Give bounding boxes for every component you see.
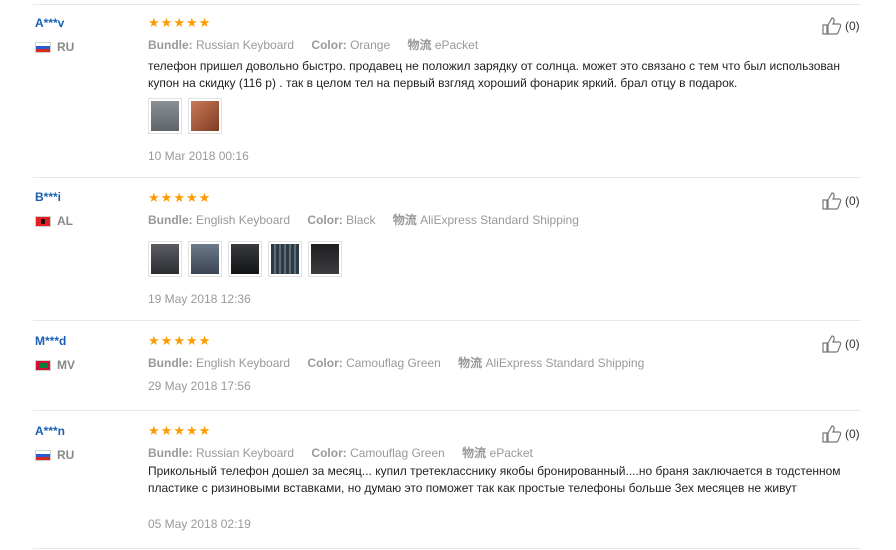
bundle-value: Russian Keyboard (196, 38, 295, 52)
flag-ru-icon (35, 41, 51, 53)
color-label: Color: (307, 213, 343, 227)
review-attributes: Bundle: English Keyboard Color: Camoufla… (148, 354, 658, 371)
reviewer-name[interactable]: A***v (35, 16, 64, 30)
reviewer-name[interactable]: M***d (35, 334, 66, 348)
flag-mv-icon (35, 359, 51, 371)
country-code: MV (57, 358, 75, 372)
country-code: RU (57, 40, 75, 54)
review-date: 05 May 2018 02:19 (148, 517, 251, 531)
country-code: RU (57, 448, 75, 462)
bundle-value: English Keyboard (196, 213, 291, 227)
star-icon: ★ (160, 190, 173, 205)
review-date: 19 May 2018 12:36 (148, 292, 251, 306)
star-icon: ★ (173, 190, 185, 205)
like-count: (0) (845, 427, 860, 441)
flag-al-icon (35, 215, 51, 227)
bundle-value: English Keyboard (196, 356, 291, 370)
review-photo-thumbnail[interactable] (308, 241, 342, 277)
bundle-label: Bundle: (148, 213, 193, 227)
review-photos (148, 98, 222, 134)
bundle-label: Bundle: (148, 446, 193, 460)
review-item: M***d MV ★ ★ ★ ★ ★ Bundle: English Keyboard … (0, 321, 896, 411)
review-date: 29 May 2018 17:56 (148, 379, 251, 393)
color-value: Camouflag Green (346, 356, 441, 370)
color-value: Camouflag Green (350, 446, 445, 460)
review-photo-thumbnail[interactable] (228, 241, 262, 277)
color-value: Black (346, 213, 376, 227)
color-value: Orange (350, 38, 391, 52)
review-item: A***n RU ★ ★ ★ ★ ★ Bundle: Russian Keyboard … (0, 411, 896, 549)
shipping-value: ePacket (489, 446, 533, 460)
rating-stars: ★ ★ ★ ★ ★ (148, 424, 210, 437)
thumbs-up-icon (822, 425, 842, 443)
star-icon: ★ (198, 190, 211, 205)
rating-stars: ★ ★ ★ ★ ★ (148, 334, 210, 347)
shipping-label: 物流 (458, 356, 483, 370)
review-photo-thumbnail[interactable] (148, 241, 182, 277)
helpful-button[interactable]: (0) (822, 425, 860, 443)
review-item: A***v RU ★ ★ ★ ★ ★ Bundle: Russian Keyboard … (0, 5, 896, 178)
color-label: Color: (307, 356, 343, 370)
shipping-label: 物流 (462, 446, 487, 460)
helpful-button[interactable]: (0) (822, 192, 860, 210)
review-photos (148, 241, 342, 277)
reviewer-country: MV (35, 358, 75, 372)
thumbs-up-icon (822, 192, 842, 210)
bundle-value: Russian Keyboard (196, 446, 295, 460)
star-icon: ★ (173, 423, 185, 438)
rating-stars: ★ ★ ★ ★ ★ (148, 16, 210, 29)
review-attributes: Bundle: English Keyboard Color: Black 物流… (148, 211, 593, 228)
star-icon: ★ (160, 15, 173, 30)
color-label: Color: (311, 446, 347, 460)
flag-ru-icon (35, 449, 51, 461)
shipping-value: AliExpress Standard Shipping (485, 356, 645, 370)
bundle-label: Bundle: (148, 38, 193, 52)
reviewer-country: RU (35, 40, 74, 54)
color-label: Color: (311, 38, 347, 52)
helpful-button[interactable]: (0) (822, 17, 860, 35)
bundle-label: Bundle: (148, 356, 193, 370)
shipping-label: 物流 (392, 213, 417, 227)
shipping-label: 物流 (407, 38, 432, 52)
star-icon: ★ (160, 333, 173, 348)
star-icon: ★ (173, 333, 185, 348)
review-text: телефон пришел довольно быстро. продавец… (148, 59, 840, 90)
review-item: B***i AL ★ ★ ★ ★ ★ Bundle: English Keyboard … (0, 178, 896, 321)
like-count: (0) (845, 337, 860, 351)
like-count: (0) (845, 19, 860, 33)
review-date: 10 Mar 2018 00:16 (148, 149, 249, 163)
star-icon: ★ (185, 190, 198, 205)
review-attributes: Bundle: Russian Keyboard Color: Orange 物… (148, 36, 492, 53)
star-icon: ★ (185, 333, 198, 348)
like-count: (0) (845, 194, 860, 208)
review-photo-thumbnail[interactable] (148, 98, 182, 134)
reviewer-country: AL (35, 214, 73, 228)
star-icon: ★ (198, 15, 211, 30)
review-photo-thumbnail[interactable] (188, 98, 222, 134)
star-icon: ★ (198, 333, 211, 348)
reviewer-country: RU (35, 448, 74, 462)
review-attributes: Bundle: Russian Keyboard Color: Camoufla… (148, 444, 547, 461)
review-text: Прикольный телефон дошел за месяц... куп… (148, 464, 841, 495)
thumbs-up-icon (822, 335, 842, 353)
country-code: AL (57, 214, 73, 228)
star-icon: ★ (198, 423, 211, 438)
rating-stars: ★ ★ ★ ★ ★ (148, 191, 210, 204)
star-icon: ★ (185, 15, 198, 30)
thumbs-up-icon (822, 17, 842, 35)
reviewer-name[interactable]: A***n (35, 424, 65, 438)
shipping-value: ePacket (434, 38, 479, 52)
helpful-button[interactable]: (0) (822, 335, 860, 353)
star-icon: ★ (148, 333, 160, 348)
star-icon: ★ (173, 15, 185, 30)
star-icon: ★ (160, 423, 173, 438)
shipping-value: AliExpress Standard Shipping (420, 213, 579, 227)
star-icon: ★ (185, 423, 198, 438)
star-icon: ★ (148, 15, 160, 30)
star-icon: ★ (148, 423, 160, 438)
reviewer-name[interactable]: B***i (35, 190, 61, 204)
star-icon: ★ (148, 190, 160, 205)
review-photo-thumbnail[interactable] (268, 241, 302, 277)
review-photo-thumbnail[interactable] (188, 241, 222, 277)
